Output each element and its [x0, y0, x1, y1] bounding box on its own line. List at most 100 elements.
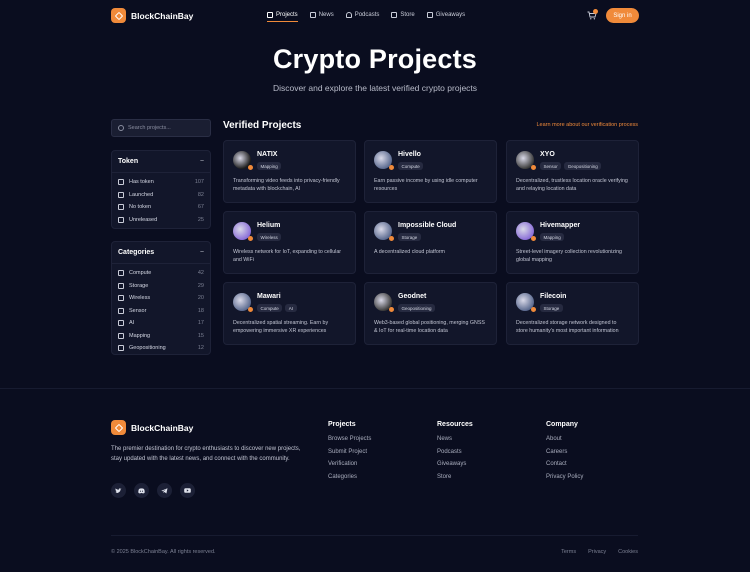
brand-logo[interactable]: BlockChainBay: [111, 8, 193, 23]
filter-option-wireless[interactable]: Wireless 20: [112, 292, 210, 305]
newspaper-icon: [309, 12, 316, 18]
cart-icon: [391, 12, 398, 18]
checkbox[interactable]: [118, 282, 124, 289]
nav-item-store[interactable]: Store: [391, 12, 415, 18]
filter-option-launched[interactable]: Launched 82: [112, 189, 210, 202]
telegram-icon[interactable]: [157, 483, 172, 498]
category-tag[interactable]: Storage: [540, 304, 563, 312]
categories-filter-header[interactable]: Categories −: [112, 242, 210, 264]
panel-title: Categories: [118, 249, 155, 256]
categories-filter-panel: Categories − Compute 42 Storage 29 Wireles…: [111, 241, 211, 355]
option-label: Wireless: [129, 295, 151, 302]
discord-icon[interactable]: [134, 483, 149, 498]
footer-link[interactable]: Giveaways: [437, 461, 473, 474]
filter-option-geopositioning[interactable]: Geopositioning 12: [112, 342, 210, 355]
youtube-icon[interactable]: [180, 483, 195, 498]
footer-link[interactable]: Verification: [328, 461, 371, 474]
project-card[interactable]: Helium Wireless Wireless network for IoT, …: [223, 211, 356, 274]
checkbox[interactable]: [118, 216, 124, 223]
filter-option-storage[interactable]: Storage 29: [112, 280, 210, 293]
project-card[interactable]: NATIX Mapping Transforming video feeds int…: [223, 140, 356, 203]
privacy-link[interactable]: Privacy: [588, 549, 606, 555]
project-card[interactable]: Mawari Compute AI Decentralized spatial str…: [223, 282, 356, 345]
filter-option-compute[interactable]: Compute 42: [112, 267, 210, 280]
footer-column-title: Resources: [437, 421, 473, 428]
category-tag[interactable]: AI: [285, 304, 297, 312]
footer-link[interactable]: Categories: [328, 474, 371, 487]
nav-item-projects[interactable]: Projects: [267, 12, 298, 22]
project-name: NATIX: [257, 151, 278, 158]
nav-label: News: [318, 12, 334, 18]
footer-link[interactable]: Careers: [546, 449, 583, 462]
category-tag[interactable]: Compute: [398, 162, 424, 170]
category-tag[interactable]: Geopositioning: [564, 162, 602, 170]
option-count: 18: [197, 307, 204, 314]
nav-item-podcasts[interactable]: Podcasts: [345, 12, 379, 18]
category-tag[interactable]: Compute: [257, 304, 283, 312]
twitter-icon[interactable]: [111, 483, 126, 498]
category-tag[interactable]: Sensor: [540, 162, 562, 170]
nav-item-giveaways[interactable]: Giveaways: [426, 12, 465, 18]
terms-link[interactable]: Terms: [561, 549, 576, 555]
cart-badge: [593, 9, 598, 14]
project-card[interactable]: Geodnet Geopositioning Web3-based global p…: [364, 282, 497, 345]
checkbox[interactable]: [118, 204, 124, 211]
search-icon: [118, 125, 124, 131]
project-card[interactable]: Hivello Compute Earn passive income by usi…: [364, 140, 497, 203]
project-tags: Storage: [540, 304, 563, 312]
checkbox[interactable]: [118, 332, 124, 339]
filter-option-mapping[interactable]: Mapping 15: [112, 330, 210, 343]
option-label: Mapping: [129, 332, 151, 339]
cookies-link[interactable]: Cookies: [618, 549, 638, 555]
checkbox[interactable]: [118, 320, 124, 327]
footer-link[interactable]: About: [546, 436, 583, 449]
option-count: 67: [197, 204, 204, 211]
footer-link[interactable]: Store: [437, 474, 473, 487]
footer-link[interactable]: Podcasts: [437, 449, 473, 462]
category-tag[interactable]: Wireless: [257, 233, 282, 241]
filter-option-has-token[interactable]: Has token 107: [112, 176, 210, 189]
checkbox[interactable]: [118, 307, 124, 314]
project-name: Helium: [257, 222, 281, 229]
checkbox[interactable]: [118, 295, 124, 302]
checkbox[interactable]: [118, 270, 124, 277]
project-card[interactable]: Filecoin Storage Decentralized storage net…: [506, 282, 639, 345]
checkbox[interactable]: [118, 345, 124, 352]
footer-link[interactable]: Privacy Policy: [546, 474, 583, 487]
category-tag[interactable]: Geopositioning: [398, 304, 436, 312]
token-filter-header[interactable]: Token −: [112, 151, 210, 173]
filter-option-ai[interactable]: AI 17: [112, 317, 210, 330]
nav-label: Store: [400, 12, 415, 18]
headphones-icon: [345, 12, 352, 18]
project-card[interactable]: Impossible Cloud Storage A decentralized c…: [364, 211, 497, 274]
option-label: Geopositioning: [129, 345, 166, 352]
collapse-icon[interactable]: −: [200, 158, 204, 165]
footer-link[interactable]: News: [437, 436, 473, 449]
footer-link[interactable]: Submit Project: [328, 449, 371, 462]
category-tag[interactable]: Mapping: [257, 162, 282, 170]
filter-option-no-token[interactable]: No token 67: [112, 201, 210, 214]
nav-item-news[interactable]: News: [309, 12, 334, 18]
footer-link[interactable]: Contact: [546, 461, 583, 474]
footer-brand-logo[interactable]: BlockChainBay: [111, 420, 193, 435]
footer-link[interactable]: Browse Projects: [328, 436, 371, 449]
checkbox[interactable]: [118, 179, 124, 186]
verified-badge-icon: [248, 236, 253, 241]
filter-option-sensor[interactable]: Sensor 18: [112, 305, 210, 318]
filter-option-unreleased[interactable]: Unreleased 25: [112, 214, 210, 227]
checkbox[interactable]: [118, 191, 124, 198]
verified-badge-icon: [531, 307, 536, 312]
sign-in-button[interactable]: Sign in: [606, 8, 639, 23]
panel-title: Token: [118, 158, 139, 165]
project-description: Transforming video feeds into privacy-fr…: [233, 178, 340, 192]
search-input[interactable]: [128, 125, 208, 131]
category-tag[interactable]: Storage: [398, 233, 421, 241]
collapse-icon[interactable]: −: [200, 249, 204, 256]
option-label: Launched: [129, 191, 154, 198]
category-tag[interactable]: Mapping: [540, 233, 565, 241]
footer-column-resources: Resources News Podcasts Giveaways Store: [437, 421, 473, 486]
verification-link[interactable]: Learn more about our verification proces…: [500, 122, 639, 128]
project-card[interactable]: XYO Sensor Geopositioning Decentralized, tr…: [506, 140, 639, 203]
project-card[interactable]: Hivemapper Mapping Street-level imagery co…: [506, 211, 639, 274]
verified-badge-icon: [531, 165, 536, 170]
